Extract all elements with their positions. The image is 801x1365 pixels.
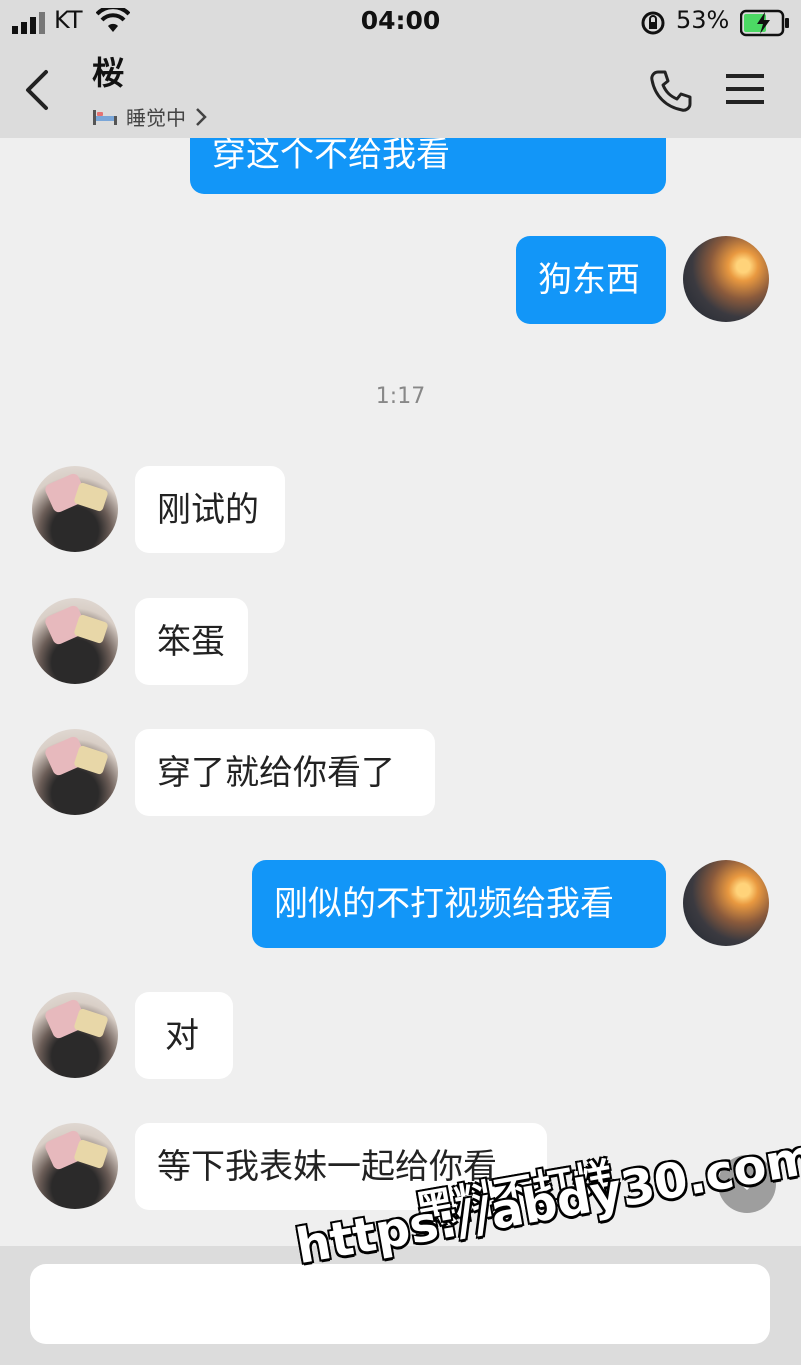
battery-percent: 53% bbox=[676, 6, 730, 34]
input-bar bbox=[0, 1246, 801, 1365]
message-bubble-incoming[interactable]: 笨蛋 bbox=[135, 598, 248, 685]
status-bar: KT 04:00 53% bbox=[0, 0, 801, 46]
phone-icon[interactable] bbox=[648, 68, 694, 114]
contact-avatar[interactable] bbox=[32, 598, 118, 684]
chat-header: 桜 睡觉中 bbox=[0, 46, 801, 138]
back-icon[interactable] bbox=[22, 68, 52, 112]
message-timestamp: 1:17 bbox=[375, 384, 426, 409]
rotation-lock-icon bbox=[641, 11, 665, 35]
bed-icon bbox=[93, 109, 117, 125]
contact-avatar[interactable] bbox=[32, 992, 118, 1078]
contact-avatar[interactable] bbox=[32, 466, 118, 552]
my-avatar[interactable] bbox=[683, 860, 769, 946]
menu-icon[interactable] bbox=[726, 72, 764, 106]
contact-avatar[interactable] bbox=[32, 1123, 118, 1209]
message-bubble-outgoing[interactable]: 刚似的不打视频给我看 bbox=[252, 860, 666, 948]
message-bubble-outgoing[interactable]: 穿这个不给我看 bbox=[190, 138, 666, 194]
contact-name[interactable]: 桜 bbox=[92, 48, 124, 94]
message-bubble-outgoing[interactable]: 狗东西 bbox=[516, 236, 666, 324]
message-bubble-incoming[interactable]: 穿了就给你看了 bbox=[135, 729, 435, 816]
message-bubble-incoming[interactable]: 刚试的 bbox=[135, 466, 285, 553]
presence-status[interactable]: 睡觉中 bbox=[92, 102, 208, 131]
message-bubble-incoming[interactable]: 对 bbox=[135, 992, 233, 1079]
my-avatar[interactable] bbox=[683, 236, 769, 322]
chat-screen: KT 04:00 53% 桜 睡觉中 穿这个不给我看 狗东西 1:17 刚试的 … bbox=[0, 0, 801, 1365]
presence-label: 睡觉中 bbox=[126, 106, 186, 130]
message-input[interactable] bbox=[30, 1264, 770, 1344]
chevron-right-icon bbox=[196, 107, 207, 126]
contact-avatar[interactable] bbox=[32, 729, 118, 815]
message-list[interactable]: 穿这个不给我看 狗东西 1:17 刚试的 笨蛋 穿了就给你看了 刚似的不打视频给… bbox=[0, 138, 801, 1246]
battery-charging-icon bbox=[740, 9, 789, 37]
